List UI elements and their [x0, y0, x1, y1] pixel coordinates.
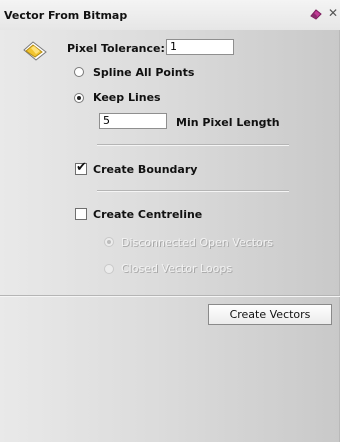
spline-all-points-label: Spline All Points: [93, 66, 195, 79]
create-boundary-label: Create Boundary: [93, 163, 198, 176]
create-boundary-checkbox[interactable]: ✔: [75, 160, 87, 175]
vector-from-bitmap-panel: Vector From Bitmap ✕ Pixel Tolerance: 1 …: [0, 0, 340, 442]
disconnected-open-vectors-radio: [104, 237, 114, 247]
panel-title: Vector From Bitmap: [4, 9, 128, 22]
close-icon[interactable]: ✕: [328, 6, 338, 20]
disconnected-open-vectors-label: Disconnected Open Vectors: [121, 236, 274, 249]
pixel-tolerance-label: Pixel Tolerance:: [67, 42, 165, 55]
create-centreline-checkbox[interactable]: [75, 208, 87, 220]
panel-titlebar: Vector From Bitmap ✕: [0, 0, 340, 30]
create-centreline-label: Create Centreline: [93, 208, 203, 221]
checkmark-icon: ✔: [76, 160, 87, 175]
closed-vector-loops-label: Closed Vector Loops: [121, 262, 233, 275]
eraser-icon: [309, 7, 323, 21]
pixel-tolerance-input[interactable]: 1: [166, 39, 234, 55]
min-pixel-length-input[interactable]: 5: [99, 113, 167, 129]
divider: [97, 190, 289, 192]
spline-all-points-radio[interactable]: [74, 67, 84, 77]
min-pixel-length-label: Min Pixel Length: [176, 116, 280, 129]
create-vectors-button[interactable]: Create Vectors: [208, 304, 332, 325]
keep-lines-radio[interactable]: [74, 93, 84, 103]
closed-vector-loops-radio: [104, 264, 114, 274]
keep-lines-label: Keep Lines: [93, 91, 161, 104]
section-divider: [0, 295, 340, 297]
divider: [97, 144, 289, 146]
bitmap-to-vector-icon: [22, 38, 48, 64]
